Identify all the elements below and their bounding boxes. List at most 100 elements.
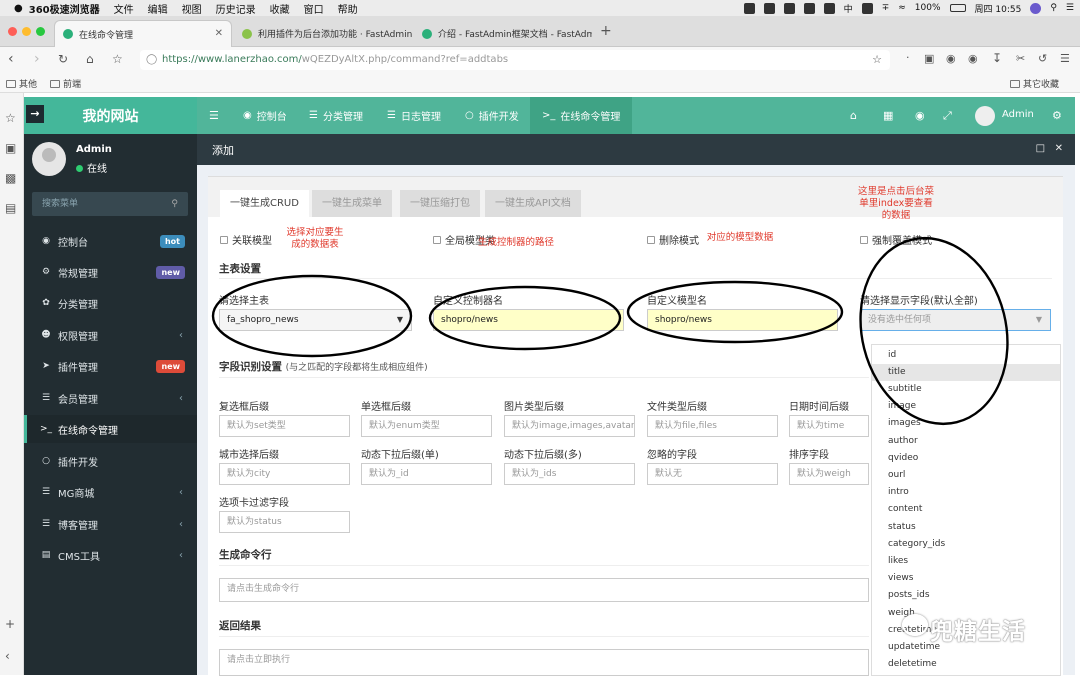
add-icon[interactable]: + <box>5 617 15 631</box>
gears-icon[interactable]: ⚙ <box>1052 109 1062 122</box>
status-icon[interactable] <box>823 2 835 14</box>
sidebar-item-command[interactable]: >_ 在线命令管理 <box>24 415 197 443</box>
browser-tab[interactable]: 介绍 - FastAdmin框架文档 - FastAdmin <box>414 20 592 47</box>
checkbox-relation[interactable]: 关联模型 <box>220 232 272 247</box>
site-logo[interactable]: → 我的网站 <box>24 97 197 134</box>
dropdown-option[interactable]: image <box>872 398 1060 415</box>
menu-search-input[interactable]: 搜索菜单 ⚲ <box>32 192 188 216</box>
app-name[interactable]: 360极速浏览器 <box>29 1 100 16</box>
menu-file[interactable]: 文件 <box>114 1 134 16</box>
table-select[interactable]: fa_shopro_news ▼ <box>219 309 412 331</box>
fullscreen-icon[interactable]: ⤢ <box>943 109 952 123</box>
wechat-icon[interactable] <box>783 2 795 14</box>
status-icon[interactable] <box>763 2 775 14</box>
dropdown-option[interactable]: id <box>872 347 1060 364</box>
book-icon[interactable]: ▣ <box>5 141 16 155</box>
close-icon[interactable]: ✕ <box>1055 143 1063 154</box>
tab-api[interactable]: 一键生成API文档 <box>485 190 581 217</box>
bookmark-folder-other-favorites[interactable]: 其它收藏 <box>1010 77 1059 90</box>
hamburger-menu-icon[interactable]: ☰ <box>1060 52 1070 65</box>
sidebar-item-dashboard[interactable]: ◉ 控制台 hot <box>24 227 197 255</box>
trash-icon[interactable]: ▦ <box>883 109 893 122</box>
menu-edit[interactable]: 编辑 <box>148 1 168 16</box>
sidebar-item-general[interactable]: ⚙ 常规管理 new <box>24 258 197 286</box>
sidebar-item-mg-shop[interactable]: ☰ MG商城 ‹ <box>24 478 197 506</box>
favorites-icon[interactable]: ☆ <box>5 111 16 125</box>
apple-icon[interactable]: ● <box>14 3 23 14</box>
checkbox-delete-mode[interactable]: 删除模式 <box>647 232 699 247</box>
sidebar-item-plugins[interactable]: ➤ 插件管理 new <box>24 352 197 380</box>
bluetooth-icon[interactable]: ∓ <box>882 3 890 13</box>
avatar-icon[interactable] <box>1030 2 1042 14</box>
input-method-indicator[interactable]: 中 <box>844 2 853 15</box>
language-icon[interactable]: ◉ <box>915 109 925 122</box>
sidebar-toggle-icon[interactable]: ☰ <box>209 109 219 122</box>
dropdown-option[interactable]: title <box>872 364 1060 381</box>
new-tab-button[interactable]: + <box>600 23 612 39</box>
sidebar-item-plugin-dev[interactable]: ○ 插件开发 <box>24 447 197 475</box>
scissors-icon[interactable]: ✂ <box>1016 52 1025 65</box>
dropdown-option[interactable]: content <box>872 501 1060 518</box>
bookmark-star-icon[interactable]: ☆ <box>872 50 882 70</box>
status-icon[interactable] <box>743 2 755 14</box>
sidebar-item-cms[interactable]: ▤ CMS工具 ‹ <box>24 541 197 569</box>
dropdown-option[interactable]: category_ids <box>872 536 1060 553</box>
menu-window[interactable]: 窗口 <box>304 1 324 16</box>
menu-history[interactable]: 历史记录 <box>216 1 256 16</box>
home-icon[interactable]: ⌂ <box>86 52 94 66</box>
checkbox-icon[interactable] <box>860 235 868 244</box>
controller-input[interactable]: shopro/news <box>433 309 624 331</box>
image-suffix-input[interactable]: 默认为image,images,avatar,a <box>504 415 635 437</box>
ignore-fields-input[interactable]: 默认无 <box>647 463 778 485</box>
forward-icon[interactable]: › <box>34 51 40 67</box>
select-multi-suffix-input[interactable]: 默认为_ids <box>504 463 635 485</box>
battery-level[interactable]: 100% <box>915 3 941 13</box>
command-output[interactable]: 请点击生成命令行 <box>219 578 869 602</box>
datetime-suffix-input[interactable]: 默认为time <box>789 415 869 437</box>
dropdown-option[interactable]: likes <box>872 553 1060 570</box>
search-icon[interactable]: ⚲ <box>1050 3 1057 13</box>
window-zoom-button[interactable] <box>36 27 45 36</box>
browser-tab[interactable]: 在线命令管理 ✕ <box>54 20 232 47</box>
window-minimize-button[interactable] <box>22 27 31 36</box>
return-icon[interactable]: → <box>26 105 44 123</box>
close-icon[interactable]: ✕ <box>215 28 223 39</box>
file-suffix-input[interactable]: 默认为file,files <box>647 415 778 437</box>
nav-plugin-dev[interactable]: ○ 插件开发 <box>465 97 519 134</box>
star-icon[interactable]: ☆ <box>112 52 123 66</box>
radio-suffix-input[interactable]: 默认为enum类型 <box>361 415 492 437</box>
dropdown-option[interactable]: views <box>872 570 1060 587</box>
reader-icon[interactable]: ▣ <box>924 52 934 65</box>
checkbox-icon[interactable] <box>433 235 441 244</box>
browser-tab[interactable]: 利用插件为后台添加功能 · FastAdmin <box>234 20 412 47</box>
maximize-icon[interactable]: □ <box>1036 143 1045 154</box>
menu-help[interactable]: 帮助 <box>338 1 358 16</box>
window-close-button[interactable] <box>8 27 17 36</box>
undo-icon[interactable]: ↺ <box>1038 52 1047 65</box>
tab-menu[interactable]: 一键生成菜单 <box>312 190 392 217</box>
nav-logs[interactable]: ☰ 日志管理 <box>387 97 441 134</box>
city-suffix-input[interactable]: 默认为city <box>219 463 350 485</box>
extension-icon[interactable]: ◉ <box>946 52 956 65</box>
s-icon[interactable] <box>861 2 873 14</box>
dropdown-option[interactable]: intro <box>872 484 1060 501</box>
checkbox-suffix-input[interactable]: 默认为set类型 <box>219 415 350 437</box>
dropdown-option[interactable]: qvideo <box>872 450 1060 467</box>
tab-crud[interactable]: 一键生成CRUD <box>220 190 309 217</box>
nav-dashboard[interactable]: ◉ 控制台 <box>243 97 287 134</box>
bookmark-folder-other[interactable]: 其他 <box>6 77 37 90</box>
sort-field-input[interactable]: 默认为weigh <box>789 463 869 485</box>
extension-icon[interactable]: ◉ <box>968 52 978 65</box>
dropdown-option[interactable]: posts_ids <box>872 587 1060 604</box>
dropdown-option[interactable]: status <box>872 519 1060 536</box>
select-single-suffix-input[interactable]: 默认为_id <box>361 463 492 485</box>
model-input[interactable]: shopro/news <box>647 309 838 331</box>
home-icon[interactable]: ⌂ <box>850 109 857 122</box>
nav-command[interactable]: >_ 在线命令管理 <box>530 97 633 134</box>
menu-view[interactable]: 视图 <box>182 1 202 16</box>
checkbox-icon[interactable] <box>220 235 228 244</box>
wifi-icon[interactable]: ≈ <box>898 3 906 13</box>
sidebar-item-permission[interactable]: ☻ 权限管理 ‹ <box>24 321 197 349</box>
photo-icon[interactable]: ▩ <box>5 171 16 185</box>
reload-icon[interactable]: ↻ <box>58 52 68 66</box>
